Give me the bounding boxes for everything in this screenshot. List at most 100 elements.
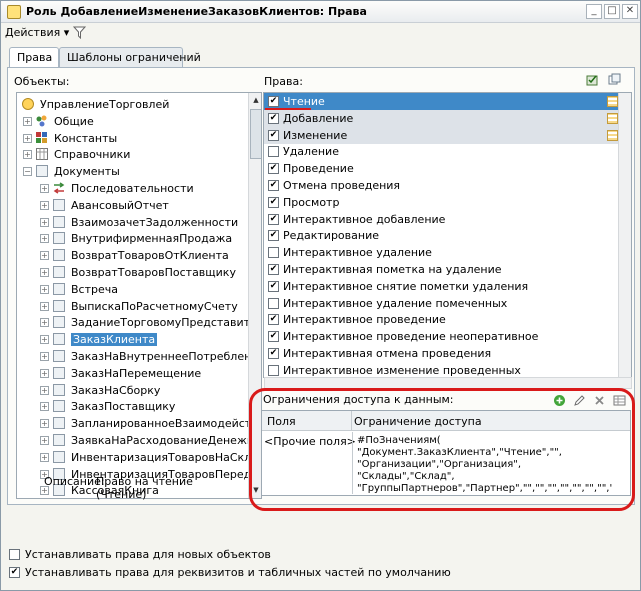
right-item[interactable]: Удаление [264,143,624,160]
right-item[interactable]: ✔ Проведение [264,160,624,177]
right-label: Интерактивное удаление помеченных [283,296,508,310]
right-item[interactable]: Интерактивное изменение проведенных [264,362,624,377]
expand-icon[interactable]: + [40,268,49,277]
right-checkbox[interactable]: ✔ [268,129,279,141]
right-item[interactable]: ✔ Просмотр [264,194,624,211]
expand-icon[interactable]: + [40,251,49,261]
tab-restriction-templates[interactable]: Шаблоны ограничений [59,47,201,67]
right-checkbox[interactable]: ✔ [268,112,279,124]
access-restriction-cell[interactable]: #ПоЗначениям( "Документ.ЗаказКлиента","Ч… [352,432,612,494]
document-icon [53,299,65,312]
right-checkbox[interactable] [268,247,279,259]
right-item[interactable]: ✔ Интерактивная пометка на удаление [264,261,624,278]
right-item[interactable]: ✔ Редактирование [264,227,624,244]
description-text: Право на чтение [96,475,193,488]
close-button[interactable]: ✕ [622,4,638,19]
right-checkbox[interactable] [268,364,279,376]
tree-item-label: ВыпискаПоРасчетномуСчету [71,299,238,313]
expand-icon[interactable]: + [40,200,49,210]
right-checkbox[interactable]: ✔ [268,314,279,326]
right-label: Интерактивное удаление [283,246,432,260]
tree-item-label: ВозвратТоваровОтКлиента [71,249,229,263]
tree-item-label: Константы [54,131,118,145]
expand-icon[interactable]: + [23,133,32,143]
expand-icon[interactable]: + [40,452,49,462]
right-checkbox[interactable]: ✔ [268,213,279,225]
expand-icon[interactable]: + [40,419,49,429]
rights-scrollbar[interactable] [618,93,631,377]
default-attributes-checkbox[interactable]: ✔ [9,567,20,578]
actions-menu[interactable]: Действия ▾ [5,26,69,39]
right-checkbox[interactable]: ✔ [268,96,279,107]
right-checkbox[interactable]: ✔ [268,196,279,208]
expand-icon[interactable]: + [40,368,49,378]
document-icon [53,450,65,463]
expand-icon[interactable]: + [40,284,49,294]
fields-cell[interactable]: <Прочие поля> [264,435,356,448]
document-icon [36,165,48,178]
right-checkbox[interactable]: ✔ [268,180,279,191]
tree-item-label: ЗаказНаВнутреннееПотребление [71,350,262,363]
right-checkbox[interactable]: ✔ [268,331,279,343]
right-item[interactable]: ✔ Изменение [264,126,624,144]
collapse-icon[interactable]: − [23,167,32,177]
rights-list[interactable]: ✔ Чтение ✔ Добавление ✔ Изменение Удаление ✔ Про… [263,92,632,378]
title-bar[interactable]: Роль ДобавлениеИзменениеЗаказовКлиентов:… [1,1,640,23]
restriction-indicator-icon [607,96,618,107]
rights-horizontal-scrollbar[interactable] [264,377,632,389]
right-item[interactable]: ✔ Интерактивное снятие пометки удаления [264,278,624,295]
right-item[interactable]: ✔ Добавление [264,109,624,127]
right-item[interactable]: ✔ Чтение [264,93,624,110]
expand-icon[interactable]: + [40,184,49,193]
expand-icon[interactable]: + [23,150,32,160]
expand-icon[interactable]: + [23,116,32,126]
expand-icon[interactable]: + [40,352,49,361]
document-icon [53,232,65,245]
right-checkbox[interactable]: ✔ [268,280,279,292]
right-item[interactable]: ✔ Интерактивное проведение [264,311,624,328]
objects-scrollbar[interactable]: ▲ ▼ [248,93,261,498]
tree-item-label: ЗаказПоставщику [71,400,176,414]
maximize-button[interactable]: □ [604,4,620,19]
expand-icon[interactable]: + [40,436,49,445]
right-label: Интерактивная отмена проведения [283,347,492,360]
right-checkbox[interactable]: ✔ [268,230,279,242]
tree-item-label: ЗапланированноеВзаимодействие [71,417,262,431]
expand-icon[interactable]: + [40,301,49,311]
actions-label: Действия [5,26,61,39]
restrictions-table[interactable]: Поля Ограничение доступа <Прочие поля> #… [261,410,631,496]
tree-item-label: ЗаявкаНаРасходованиеДенежныхСре [71,434,262,447]
right-checkbox[interactable]: ✔ [268,348,279,359]
minimize-button[interactable]: _ [586,4,602,19]
right-item[interactable]: ✔ Интерактивное добавление [264,211,624,228]
right-checkbox[interactable] [268,146,279,158]
right-item[interactable]: ✔ Интерактивная отмена проведения [264,345,624,362]
expand-icon[interactable]: + [40,385,49,395]
right-checkbox[interactable]: ✔ [268,163,279,175]
edit-icon[interactable] [573,394,586,407]
tab-rights[interactable]: Права [9,47,59,68]
expand-icon[interactable]: + [40,335,49,345]
add-icon[interactable] [553,394,566,407]
expand-icon[interactable]: + [40,217,49,227]
copy-rights-icon[interactable] [608,73,621,86]
expand-icon[interactable]: + [40,318,49,328]
new-objects-checkbox[interactable] [9,549,20,560]
right-item[interactable]: Интерактивное удаление помеченных [264,295,624,312]
tree-item-label: УправлениеТорговлей [40,98,170,111]
right-item[interactable]: ✔ Интерактивное проведение неоперативное [264,328,624,345]
table-settings-icon[interactable] [613,394,626,407]
expand-icon[interactable]: + [40,234,49,244]
right-item[interactable]: ✔ Отмена проведения [264,177,624,194]
right-checkbox[interactable] [268,297,279,309]
set-all-rights-icon[interactable] [586,73,599,86]
right-checkbox[interactable]: ✔ [268,264,279,275]
tree-item-label: Встреча [71,282,118,296]
right-item[interactable]: Интерактивное удаление [264,244,624,261]
scroll-up-icon[interactable]: ▲ [249,93,261,107]
objects-tree[interactable]: УправлениеТорговлей + Общие + Константы + Спра… [16,92,262,499]
filter-icon[interactable] [73,26,86,39]
delete-icon[interactable] [593,394,606,407]
scroll-thumb[interactable] [250,109,261,159]
expand-icon[interactable]: + [40,402,49,412]
